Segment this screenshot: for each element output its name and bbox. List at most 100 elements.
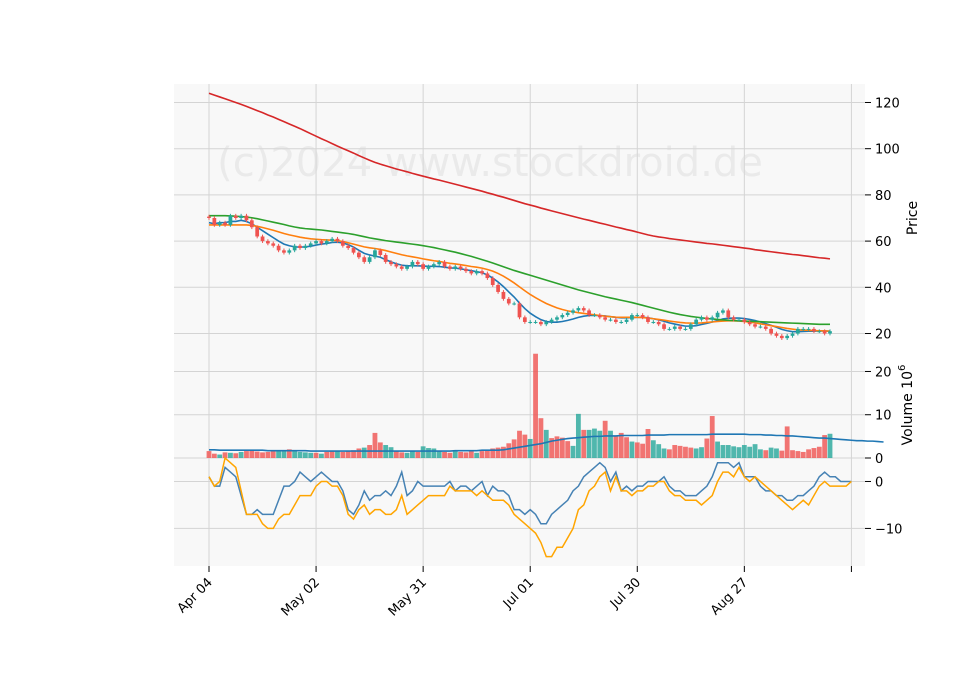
volume-bar <box>565 441 571 458</box>
volume-bar <box>415 451 421 458</box>
volume-bar <box>233 453 239 458</box>
y-tick-label: 20 <box>875 328 892 343</box>
candle-body <box>737 319 741 321</box>
volume-bar <box>206 451 212 458</box>
volume-bar <box>260 452 265 458</box>
volume-bar <box>297 451 303 458</box>
y-tick-label: 120 <box>875 96 900 111</box>
volume-bar <box>618 432 624 458</box>
candle-body <box>763 326 768 329</box>
candle-body <box>796 328 800 334</box>
candle-body <box>576 308 581 311</box>
candle-body <box>603 317 608 320</box>
volume-bar <box>661 448 667 458</box>
y-tick-label: −10 <box>875 522 902 537</box>
volume-bar <box>816 446 822 458</box>
volume-bar <box>463 452 469 458</box>
candle-body <box>233 215 238 218</box>
candle-body <box>672 326 677 329</box>
candle-body <box>340 241 345 246</box>
chart-svg: (c)2024 www.stockdroid.de 20406080100120… <box>0 0 960 690</box>
volume-bar <box>693 448 699 458</box>
candle-body <box>239 215 243 218</box>
volume-bar <box>533 353 538 458</box>
volume-bar <box>517 430 522 458</box>
candle-body <box>662 324 666 329</box>
candle-body <box>592 315 597 317</box>
volume-bar <box>672 445 678 458</box>
volume-bar <box>715 441 720 458</box>
candle-body <box>276 245 281 251</box>
candle-body <box>544 321 549 325</box>
volume-bar <box>543 429 549 458</box>
candle-body <box>613 319 618 322</box>
volume-bar <box>388 447 394 458</box>
candle-body <box>683 328 688 330</box>
candle-body <box>560 315 565 318</box>
candle-body <box>699 317 704 320</box>
volume-bar <box>806 449 811 458</box>
candle-body <box>597 315 602 318</box>
candle-body <box>726 310 731 318</box>
y-tick-label: 80 <box>875 189 892 204</box>
volume-bar <box>736 447 742 458</box>
volume-bar <box>592 428 597 458</box>
candle-body <box>399 266 404 269</box>
candle-body <box>426 266 431 269</box>
volume-bar <box>538 418 544 458</box>
candle-body <box>806 328 811 330</box>
volume-bar <box>779 450 785 458</box>
candle-body <box>346 245 351 249</box>
volume-axis-label-base: Volume 10 <box>900 371 916 445</box>
volume-bar <box>634 442 640 458</box>
volume-bar <box>811 448 817 458</box>
volume-bar <box>581 429 587 458</box>
volume-bar <box>335 451 340 458</box>
candle-body <box>378 250 383 255</box>
candle-body <box>779 335 784 339</box>
candle-body <box>785 335 790 339</box>
candle-body <box>362 257 367 262</box>
volume-bar <box>666 449 672 458</box>
candle-body <box>812 328 816 332</box>
candle-body <box>710 317 715 320</box>
candle-body <box>255 227 260 237</box>
candle-body <box>373 250 377 258</box>
candle-body <box>421 264 426 269</box>
volume-bar <box>249 450 255 458</box>
volume-bar <box>217 454 223 458</box>
volume-bar <box>800 451 806 458</box>
volume-bar <box>683 446 688 458</box>
candle-body <box>753 324 757 327</box>
candle-body <box>581 308 586 311</box>
volume-bar <box>747 446 753 458</box>
volume-bar <box>763 450 769 458</box>
volume-bar <box>656 444 662 458</box>
candle-body <box>801 328 806 330</box>
volume-bar <box>527 438 533 458</box>
candle-body <box>223 222 227 225</box>
candle-body <box>442 261 447 267</box>
volume-bar <box>211 453 217 458</box>
volume-bar <box>741 445 747 458</box>
candle-body <box>522 317 527 322</box>
candle-body <box>678 326 682 329</box>
candle-body <box>287 250 292 253</box>
volume-bar <box>790 450 795 458</box>
volume-bar <box>704 438 710 458</box>
volume-axis-label: Volume 106 <box>897 365 916 446</box>
candle-body <box>822 331 827 334</box>
volume-bar <box>468 451 474 458</box>
candle-body <box>394 264 399 267</box>
candle-body <box>619 321 624 323</box>
y-tick-label: 60 <box>875 235 892 250</box>
candle-body <box>282 250 286 253</box>
y-tick-label: 100 <box>875 143 900 158</box>
candle-body <box>330 238 335 242</box>
volume-bar <box>731 446 737 458</box>
candle-body <box>565 312 570 316</box>
volume-bar <box>324 451 330 458</box>
candle-body <box>410 261 415 267</box>
candle-body <box>324 241 329 244</box>
volume-bar <box>650 440 656 458</box>
